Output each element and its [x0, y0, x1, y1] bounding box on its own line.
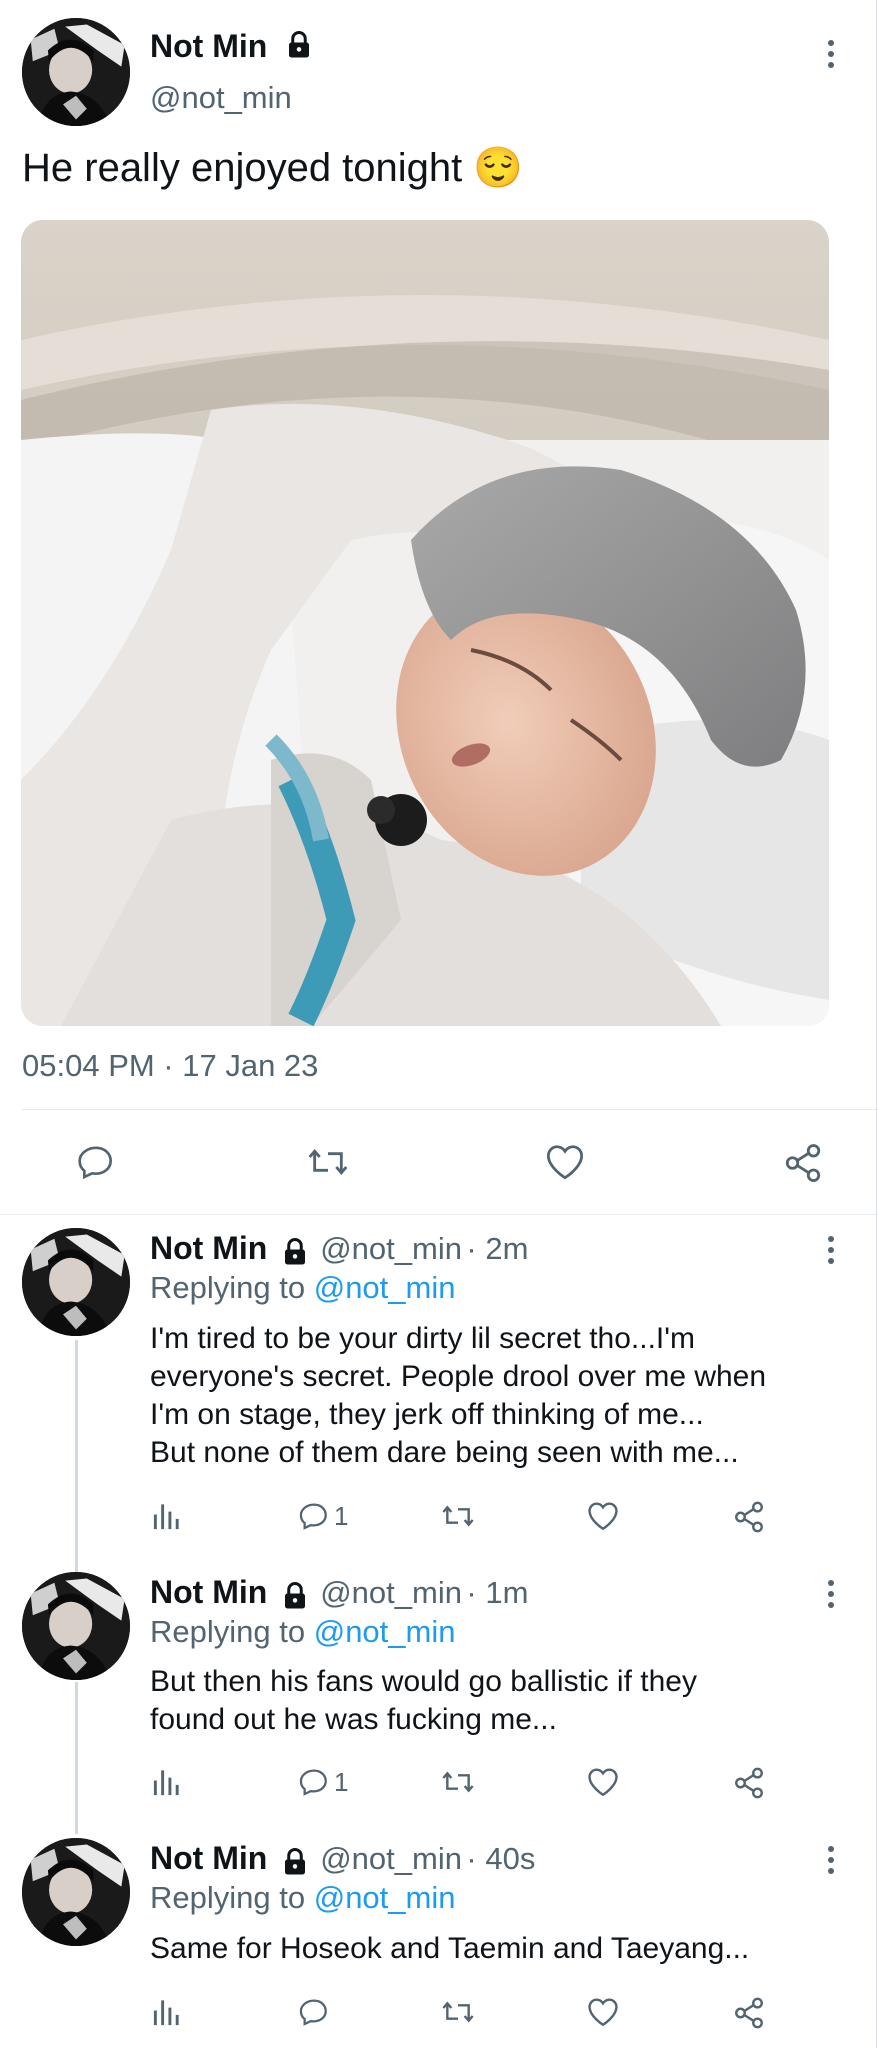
reply-text-line: everyone's secret. People drool over me …	[150, 1360, 767, 1393]
like-icon[interactable]	[586, 1766, 620, 1798]
reply-avatar[interactable]	[22, 1228, 130, 1336]
like-icon[interactable]	[586, 1996, 620, 2028]
reply-time[interactable]: · 40s	[466, 1841, 535, 1876]
lock-icon	[280, 1847, 310, 1882]
reply-avatar[interactable]	[22, 1838, 130, 1946]
reply-time[interactable]: · 2m	[466, 1231, 528, 1266]
reply-text-line: found out he was fucking me...	[150, 1703, 557, 1736]
analytics-icon[interactable]	[152, 1500, 182, 1532]
tweet-timestamp[interactable]: 05:04 PM · 17 Jan 23	[22, 1048, 318, 1084]
retweet-icon[interactable]	[440, 1766, 476, 1798]
analytics-icon[interactable]	[152, 1996, 182, 2028]
reply-text-line: I'm tired to be your dirty lil secret th…	[150, 1322, 695, 1355]
reply-text-line: But then his fans would go ballistic if …	[150, 1665, 697, 1698]
replying-to-mention[interactable]: @not_min	[314, 1270, 456, 1305]
more-options-icon[interactable]	[828, 1580, 836, 1613]
more-options-icon[interactable]	[828, 1846, 836, 1879]
photo-image	[21, 220, 829, 1026]
replying-to: Replying to @not_min	[150, 1614, 455, 1650]
reply-author-handle[interactable]: @not_min	[320, 1231, 462, 1266]
thread-line	[75, 1340, 78, 1576]
right-edge-line	[876, 0, 877, 2048]
reply-text-line: I'm on stage, they jerk off thinking of …	[150, 1398, 704, 1431]
reply-icon[interactable]	[298, 1766, 330, 1798]
avatar-image	[22, 1838, 130, 1946]
reply-text-line: But none of them dare being seen with me…	[150, 1436, 739, 1469]
author-avatar[interactable]	[22, 18, 130, 126]
reply-text-line: Same for Hoseok and Taemin and Taeyang..…	[150, 1932, 750, 1965]
reply-text: But then his fans would go ballistic if …	[150, 1663, 870, 1739]
lock-icon	[280, 1237, 310, 1272]
replying-to-mention[interactable]: @not_min	[314, 1880, 456, 1915]
share-icon[interactable]	[732, 1500, 766, 1534]
reply-count: 1	[334, 1500, 349, 1531]
divider	[22, 1109, 878, 1110]
reply-text: I'm tired to be your dirty lil secret th…	[150, 1320, 870, 1472]
retweet-icon[interactable]	[440, 1996, 476, 2028]
reply-count: 1	[334, 1766, 349, 1797]
replying-to-mention[interactable]: @not_min	[314, 1614, 456, 1649]
like-icon[interactable]	[544, 1142, 586, 1182]
more-options-icon[interactable]	[828, 40, 836, 73]
reply-author-name[interactable]: Not Min	[150, 1574, 267, 1610]
tweet-text: He really enjoyed tonight 😌	[22, 146, 524, 190]
author-name-text[interactable]: Not Min	[150, 28, 267, 64]
avatar-image	[22, 1572, 130, 1680]
reply-text: Same for Hoseok and Taemin and Taeyang..…	[150, 1930, 870, 1968]
replying-to-prefix: Replying to	[150, 1614, 306, 1649]
replying-to: Replying to @not_min	[150, 1880, 455, 1916]
reply-icon[interactable]	[298, 1996, 330, 2028]
reply-icon[interactable]	[298, 1500, 330, 1532]
lock-icon	[284, 30, 314, 68]
reply-author-handle[interactable]: @not_min	[320, 1841, 462, 1876]
reply-time[interactable]: · 1m	[466, 1575, 528, 1610]
lock-icon	[280, 1581, 310, 1616]
analytics-icon[interactable]	[152, 1766, 182, 1798]
replying-to-prefix: Replying to	[150, 1270, 306, 1305]
reply-author-name[interactable]: Not Min	[150, 1230, 267, 1266]
replying-to-prefix: Replying to	[150, 1880, 306, 1915]
reply-author-name[interactable]: Not Min	[150, 1840, 267, 1876]
share-icon[interactable]	[732, 1996, 766, 2030]
share-icon[interactable]	[732, 1766, 766, 1800]
like-icon[interactable]	[586, 1500, 620, 1532]
more-options-icon[interactable]	[828, 1236, 836, 1269]
reply-icon[interactable]	[76, 1142, 116, 1182]
avatar-image	[22, 1228, 130, 1336]
reply-header: Not Min @not_min · 40s	[150, 1840, 535, 1882]
retweet-icon[interactable]	[440, 1500, 476, 1532]
reply-action[interactable]	[298, 1996, 334, 2028]
reply-action[interactable]: 1	[298, 1766, 348, 1798]
thread-line	[75, 1682, 78, 1834]
reply-author-handle[interactable]: @not_min	[320, 1575, 462, 1610]
author-handle[interactable]: @not_min	[150, 80, 292, 116]
reply-avatar[interactable]	[22, 1572, 130, 1680]
reply-header: Not Min @not_min · 1m	[150, 1574, 528, 1616]
reply-header: Not Min @not_min · 2m	[150, 1230, 528, 1272]
replying-to: Replying to @not_min	[150, 1270, 455, 1306]
divider	[0, 1214, 878, 1215]
tweet-photo[interactable]	[21, 220, 829, 1026]
reply-action[interactable]: 1	[298, 1500, 348, 1532]
author-name[interactable]: Not Min	[150, 28, 314, 68]
share-icon[interactable]	[782, 1142, 824, 1184]
avatar-image	[22, 18, 130, 126]
retweet-icon[interactable]	[306, 1142, 350, 1182]
